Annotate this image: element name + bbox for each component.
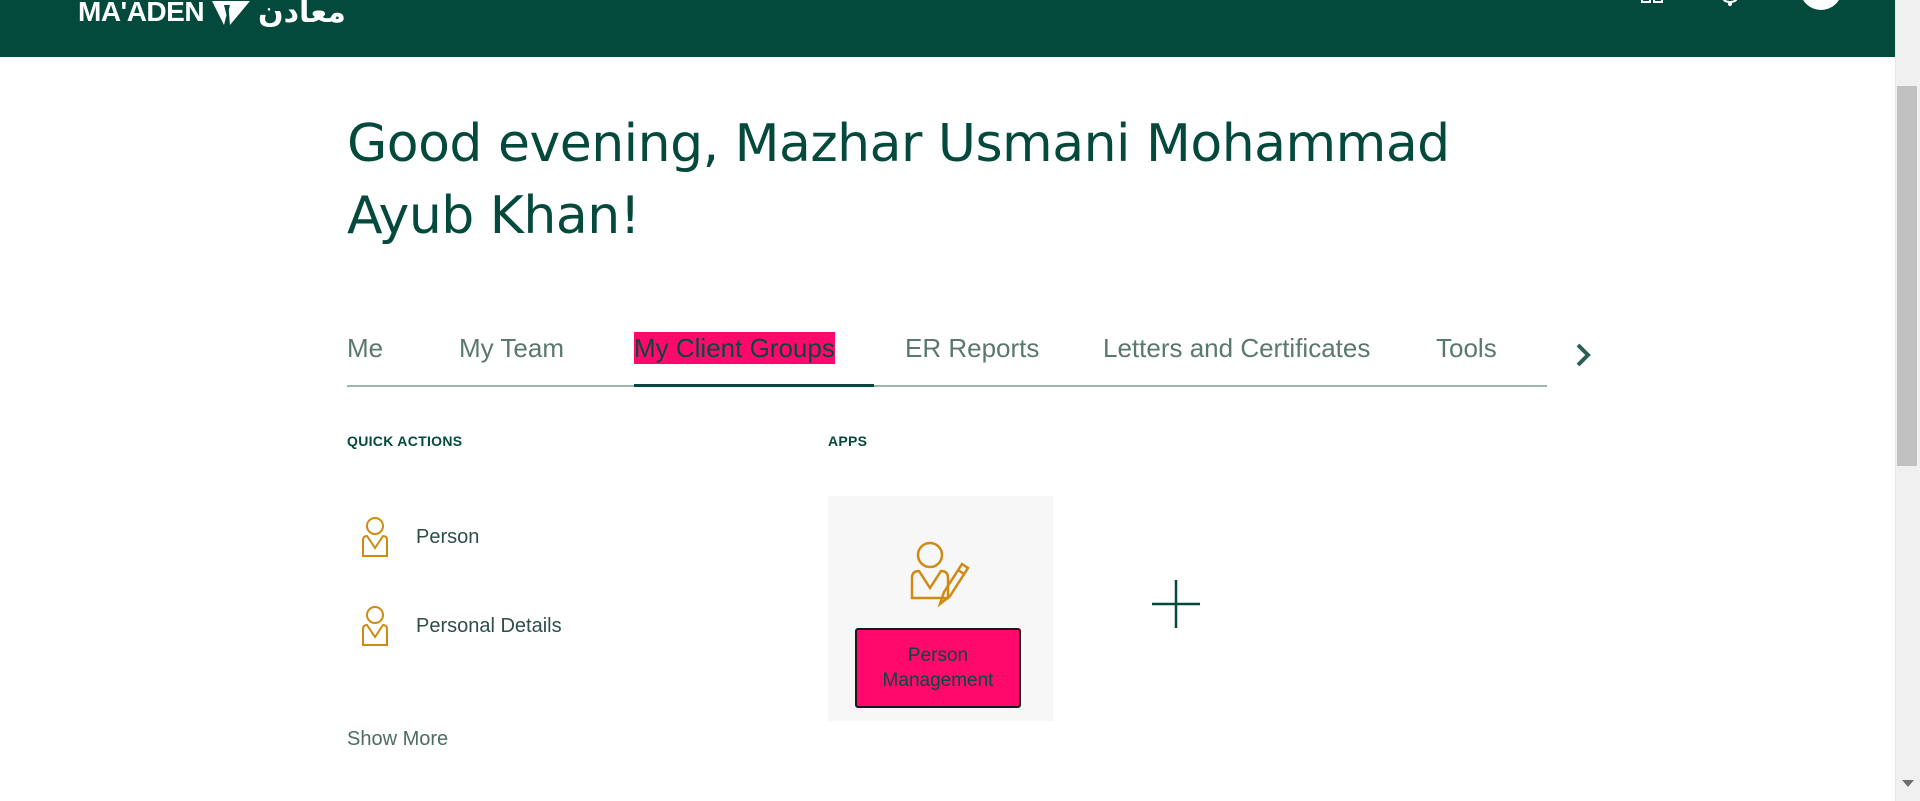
scroll-down-arrow-icon[interactable]: [1902, 780, 1914, 787]
tab-letters-and-certificates[interactable]: Letters and Certificates: [1103, 332, 1370, 364]
notifications-icon[interactable]: [1718, 0, 1742, 6]
quick-action-label: Person: [416, 525, 480, 548]
quick-action-person[interactable]: Person: [360, 513, 479, 561]
top-bar: MA'ADEN معادن: [0, 0, 1895, 57]
quick-actions-title: QUICK ACTIONS: [347, 433, 463, 449]
logo-arabic-text: معادن: [258, 0, 346, 29]
show-more-link[interactable]: Show More: [347, 728, 448, 751]
tab-tools[interactable]: Tools: [1436, 332, 1497, 364]
add-app-plus-icon[interactable]: [1150, 578, 1202, 630]
logo-latin-text: MA'ADEN: [78, 0, 205, 27]
app-card-label: Person Management: [855, 628, 1021, 708]
quick-action-personal-details[interactable]: Personal Details: [360, 602, 562, 650]
scrollbar-thumb[interactable]: [1897, 86, 1917, 466]
person-edit-icon: [910, 541, 970, 608]
tab-my-team[interactable]: My Team: [459, 332, 564, 364]
logo-mark-icon: [212, 1, 251, 25]
tabs-baseline: [347, 385, 1547, 387]
tab-my-client-groups[interactable]: My Client Groups: [634, 332, 835, 364]
user-avatar[interactable]: [1800, 0, 1842, 10]
tab-er-reports[interactable]: ER Reports: [905, 332, 1039, 364]
app-card-person-management[interactable]: Person Management: [828, 496, 1053, 721]
tab-me[interactable]: Me: [347, 332, 383, 364]
chevron-right-icon[interactable]: [1570, 340, 1598, 370]
maaden-logo[interactable]: MA'ADEN معادن: [78, 0, 346, 29]
quick-action-label: Personal Details: [416, 614, 562, 637]
person-icon: [362, 606, 388, 646]
active-tab-indicator: [634, 384, 874, 387]
grid-icon[interactable]: [1640, 0, 1666, 6]
apps-title: APPS: [828, 433, 868, 449]
person-icon: [362, 517, 388, 557]
page-greeting: Good evening, Mazhar Usmani Mohammad Ayu…: [347, 114, 1450, 246]
